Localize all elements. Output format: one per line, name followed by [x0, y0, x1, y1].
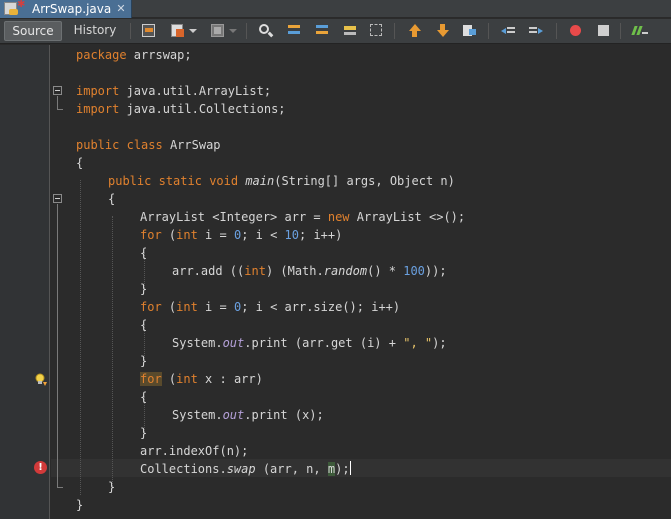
code-line-1: package arrswap;: [76, 48, 192, 62]
code-line-6: public class ArrSwap: [76, 138, 221, 152]
code-line-20: {: [140, 390, 148, 404]
code-line-26: }: [76, 498, 84, 512]
fold-collapse-icon[interactable]: [53, 86, 62, 95]
source-button[interactable]: Source: [4, 21, 62, 41]
next-bookmark-icon[interactable]: [434, 23, 450, 39]
fold-guide: [57, 204, 58, 487]
toolbar-separator: [488, 23, 489, 39]
fold-collapse-icon[interactable]: [53, 194, 62, 203]
tab-title: ArrSwap.java: [32, 2, 112, 16]
macro-stop-icon[interactable]: [596, 23, 612, 39]
toggle-rect-select-icon[interactable]: [369, 23, 385, 39]
code-line-23: arr.indexOf(n);: [140, 444, 249, 458]
toggle-bookmark-icon[interactable]: [461, 23, 477, 39]
close-tab-icon[interactable]: ✕: [115, 0, 127, 18]
code-line-15: for (int i = 0; i < arr.size(); i++): [140, 300, 401, 314]
code-line-17: System.out.print (arr.get (i) + ", ");: [172, 336, 447, 350]
fold-guide: [57, 96, 58, 110]
code-line-21: System.out.print (x);: [172, 408, 324, 422]
code-line-12: {: [140, 246, 148, 260]
code-line-9: {: [108, 192, 116, 206]
toolbar-separator: [556, 23, 557, 39]
macro-record-icon[interactable]: [568, 23, 584, 39]
toggle-icon[interactable]: [210, 23, 226, 39]
code-area[interactable]: package arrswap; import java.util.ArrayL…: [76, 45, 465, 513]
tab-arrswap-java[interactable]: ✱ ArrSwap.java ✕: [0, 0, 132, 18]
line-number-gutter: [0, 45, 50, 519]
code-line-19: for (int x : arr): [140, 372, 263, 386]
history-button[interactable]: History: [66, 21, 124, 41]
code-line-11: for (int i = 0; i < 10; i++): [140, 228, 343, 242]
back-forward-icon[interactable]: [141, 23, 157, 39]
editor-tab-bar: ✱ ArrSwap.java ✕: [0, 0, 671, 18]
fold-guide: [57, 487, 63, 488]
chevron-down-icon[interactable]: [188, 23, 198, 39]
chevron-down-icon[interactable]: [228, 23, 238, 39]
editor-toolbar: Source History: [0, 19, 671, 44]
toggle-highlight-icon[interactable]: [342, 23, 358, 39]
indent-guide: [112, 216, 113, 486]
warning-bulb-icon[interactable]: [34, 372, 48, 386]
find-next-icon[interactable]: [314, 23, 330, 39]
code-line-22: }: [140, 426, 148, 440]
shift-left-icon[interactable]: [500, 23, 516, 39]
toolbar-separator: [130, 23, 131, 39]
code-line-16: {: [140, 318, 148, 332]
prev-bookmark-icon[interactable]: [406, 23, 422, 39]
shift-right-icon[interactable]: [528, 23, 544, 39]
code-line-14: }: [140, 282, 148, 296]
code-editor[interactable]: 1234567891011121314151617181920212223242…: [0, 45, 671, 519]
code-line-25: }: [108, 480, 116, 494]
find-prev-icon[interactable]: [286, 23, 302, 39]
toolbar-separator: [246, 23, 247, 39]
code-line-7: {: [76, 156, 84, 170]
code-line-8: public static void main(String[] args, O…: [108, 174, 455, 188]
java-file-icon: [4, 2, 18, 15]
comment-icon[interactable]: [631, 23, 648, 39]
code-line-13: arr.add ((int) (Math.random() * 100));: [172, 264, 447, 278]
code-line-4: import java.util.Collections;: [76, 102, 286, 116]
code-line-3: import java.util.ArrayList;: [76, 84, 272, 98]
text-caret: [349, 461, 351, 475]
toolbar-separator: [620, 23, 621, 39]
last-edit-icon[interactable]: [170, 23, 186, 39]
error-badge-icon: ✱: [17, 0, 26, 10]
code-line-18: }: [140, 354, 148, 368]
toolbar-separator: [394, 23, 395, 39]
fold-guide: [57, 109, 63, 110]
code-line-10: ArrayList <Integer> arr = new ArrayList …: [140, 210, 466, 224]
error-icon[interactable]: !: [34, 461, 47, 474]
code-line-24: Collections.swap (arr, n, m);: [140, 461, 351, 476]
find-icon[interactable]: [258, 23, 274, 39]
